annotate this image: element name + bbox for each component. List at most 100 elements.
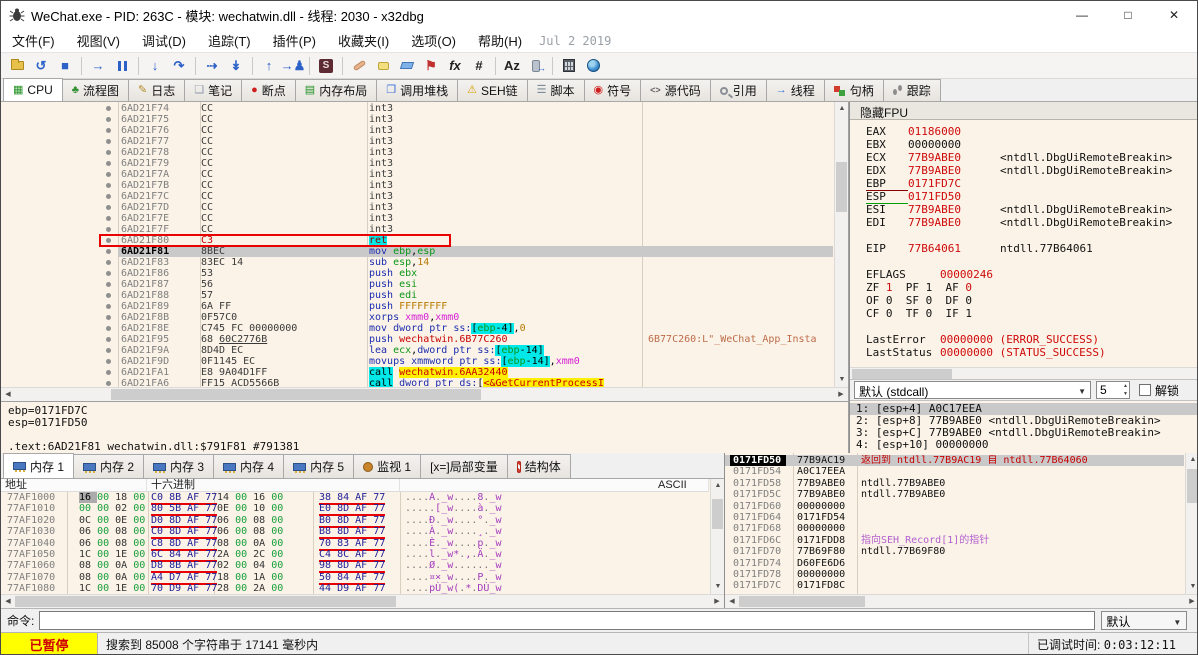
strings-icon[interactable]: Az <box>501 56 523 76</box>
register-row[interactable]: LastError00000000 (ERROR_SUCCESS) <box>866 333 1198 346</box>
disasm-row[interactable]: 6AD21F78CCint3 <box>1 147 833 158</box>
labels-icon[interactable] <box>396 56 418 76</box>
breakpoint-dot-icon[interactable] <box>106 304 111 309</box>
breakpoint-dot-icon[interactable] <box>106 359 111 364</box>
unlock-checkbox[interactable] <box>1139 384 1151 396</box>
register-row[interactable]: ESI77B9ABE0<ntdll.DbgUiRemoteBreakin> <box>866 203 1198 216</box>
register-row[interactable]: EIP77B64061ntdll.77B64061 <box>866 242 1198 255</box>
menu-item-debug[interactable]: 调试(D) <box>131 31 197 50</box>
step-over-icon[interactable]: ↷ <box>168 56 190 76</box>
stack-row[interactable]: 0171FD54A0C17EEA <box>725 466 1184 477</box>
disasm-horizontal-scrollbar[interactable]: ◀ ▶ <box>1 387 848 401</box>
modules-icon[interactable] <box>525 56 547 76</box>
register-row[interactable]: EBP0171FD7C <box>866 177 1198 190</box>
breakpoint-dot-icon[interactable] <box>106 106 111 111</box>
call-arguments-list[interactable]: 1: [esp+4] A0C17EEA2: [esp+8] 77B9ABE0 <… <box>850 402 1198 453</box>
stack-row[interactable]: 0171FD7077B69F80ntdll.77B69F80 <box>725 546 1184 557</box>
register-list[interactable]: EAX01186000EBX00000000ECX77B9ABE0<ntdll.… <box>850 120 1198 367</box>
breakpoint-dot-icon[interactable] <box>106 216 111 221</box>
breakpoint-dot-icon[interactable] <box>106 227 111 232</box>
stack-horizontal-scrollbar[interactable]: ◀ ▶ <box>725 594 1198 608</box>
minimize-button[interactable]: — <box>1059 1 1105 29</box>
scylla-icon[interactable]: S <box>315 56 337 76</box>
disasm-row[interactable]: 6AD21F818BECmov ebp,esp <box>1 246 833 257</box>
register-row[interactable] <box>866 320 1198 333</box>
disasm-row[interactable]: 6AD21F7ACCint3 <box>1 169 833 180</box>
memory-vertical-scrollbar[interactable]: ▲ ▼ <box>710 479 724 594</box>
register-row[interactable] <box>866 255 1198 268</box>
breakpoint-dot-icon[interactable] <box>106 381 111 386</box>
stack-row[interactable]: 0171FD74D60FE6D6 <box>725 558 1184 569</box>
stop-icon[interactable]: ■ <box>54 56 76 76</box>
memory-row[interactable]: 77AF106008 00 0A 00D8 8B AF 7702 00 04 0… <box>1 560 709 571</box>
stack-vertical-scrollbar[interactable]: ▲ ▼ <box>1185 453 1198 594</box>
stack-row[interactable]: 0171FD640171FD54 <box>725 512 1184 523</box>
tab-symbols[interactable]: ◉符号 <box>584 79 642 101</box>
disasm-row[interactable]: 6AD21F8B0F57C0xorps xmm0,xmm0 <box>1 312 833 323</box>
register-row[interactable]: EFLAGS00000246 <box>866 268 1198 281</box>
disassembly-pane[interactable]: 6AD21F74CCint36AD21F75CCint36AD21F76CCin… <box>1 102 849 401</box>
breakpoint-dot-icon[interactable] <box>106 282 111 287</box>
memory-row[interactable]: 77AF107008 00 0A 00A4 D7 AF 7718 00 1A 0… <box>1 572 709 583</box>
menu-item-favourites[interactable]: 收藏夹(I) <box>327 31 400 50</box>
breakpoint-dot-icon[interactable] <box>106 128 111 133</box>
memory-row[interactable]: 77AF10200C 00 0E 00D0 8D AF 7706 00 08 0… <box>1 515 709 526</box>
tab-memory-5[interactable]: 内存 5 <box>283 454 354 478</box>
tab-locals[interactable]: [x=]局部变量 <box>420 454 508 478</box>
breakpoint-dot-icon[interactable] <box>106 183 111 188</box>
breakpoint-dot-icon[interactable] <box>106 260 111 265</box>
memory-column-header[interactable]: ASCII <box>400 479 709 491</box>
disasm-row[interactable]: 6AD21F8383EC 14sub esp,14 <box>1 257 833 268</box>
register-row[interactable]: ZF 1 PF 1 AF 0 <box>866 281 1198 294</box>
step-into-icon[interactable]: ↓ <box>144 56 166 76</box>
memory-row[interactable]: 77AF104006 00 08 00C8 8D AF 7708 00 0A 0… <box>1 538 709 549</box>
disasm-row[interactable]: 6AD21F7ECCint3 <box>1 213 833 224</box>
breakpoint-dot-icon[interactable] <box>106 161 111 166</box>
register-row[interactable]: EDX77B9ABE0<ntdll.DbgUiRemoteBreakin> <box>866 164 1198 177</box>
tab-seh[interactable]: ⚠SEH链 <box>457 79 528 101</box>
command-profile-select[interactable]: 默认 ▼ <box>1101 611 1187 630</box>
memory-row[interactable]: 77AF10801C 00 1E 0070 D9 AF 7728 00 2A 0… <box>1 583 709 594</box>
disasm-row[interactable]: 6AD21F77CCint3 <box>1 136 833 147</box>
register-row[interactable]: LastStatus00000000 (STATUS_SUCCESS) <box>866 346 1198 359</box>
breakpoint-dot-icon[interactable] <box>106 337 111 342</box>
menu-item-help[interactable]: 帮助(H) <box>467 31 533 50</box>
memory-row[interactable]: 77AF101000 00 02 0080 5B AF 770E 00 10 0… <box>1 503 709 514</box>
tab-cpu[interactable]: ▦CPU <box>3 78 63 101</box>
step-out-icon[interactable]: ↡ <box>225 56 247 76</box>
close-button[interactable]: ✕ <box>1151 1 1197 29</box>
breakpoint-dot-icon[interactable] <box>106 370 111 375</box>
tab-watch-1[interactable]: 监视 1 <box>353 454 421 478</box>
disasm-row[interactable]: 6AD21F7DCCint3 <box>1 202 833 213</box>
tab-breakpoints[interactable]: ●断点 <box>241 79 296 101</box>
stack-row[interactable]: 0171FD6000000000 <box>725 501 1184 512</box>
disasm-row[interactable]: 6AD21F8653push ebx <box>1 268 833 279</box>
hide-fpu-button[interactable]: 隐藏FPU <box>850 102 1198 120</box>
memory-dump-rows[interactable]: 77AF100016 00 18 00C0 8B AF 7714 00 16 0… <box>1 492 709 594</box>
register-row[interactable]: EBX00000000 <box>866 138 1198 151</box>
breakpoint-dot-icon[interactable] <box>106 249 111 254</box>
stack-row[interactable]: 0171FD6C0171FDD8指向SEH_Record[1]的指针 <box>725 535 1184 546</box>
open-file-icon[interactable] <box>6 56 28 76</box>
breakpoint-dot-icon[interactable] <box>106 271 111 276</box>
register-row[interactable]: CF 0 TF 0 IF 1 <box>866 307 1198 320</box>
disasm-row[interactable]: 6AD21F9568 60C2776Bpush wechatwin.6B77C2… <box>1 334 833 345</box>
tab-notes[interactable]: ❏笔记 <box>184 79 242 101</box>
stack-row[interactable]: 0171FD7800000000 <box>725 569 1184 580</box>
tab-memory-1[interactable]: 内存 1 <box>3 453 74 478</box>
stack-row[interactable]: 0171FD5077B9AC19返回到 ntdll.77B9AC19 自 ntd… <box>725 455 1184 466</box>
disasm-row[interactable]: 6AD21F9D0F1145 ECmovups xmmword ptr ss:[… <box>1 356 833 367</box>
disasm-row[interactable]: 6AD21FA1E8 9A04D1FFcall wechatwin.6AA324… <box>1 367 833 378</box>
disasm-row[interactable]: 6AD21F74CCint3 <box>1 103 833 114</box>
memory-horizontal-scrollbar[interactable]: ◀ ▶ <box>1 594 724 608</box>
disasm-row[interactable]: 6AD21F7BCCint3 <box>1 180 833 191</box>
hash-icon[interactable]: # <box>468 56 490 76</box>
maximize-button[interactable]: □ <box>1105 1 1151 29</box>
breakpoint-dot-icon[interactable] <box>106 139 111 144</box>
disasm-row[interactable]: 6AD21F896A FFpush FFFFFFFF <box>1 301 833 312</box>
disasm-row[interactable]: 6AD21F7CCCint3 <box>1 191 833 202</box>
bookmarks-icon[interactable]: ⚑ <box>420 56 442 76</box>
register-row[interactable]: EAX01186000 <box>866 125 1198 138</box>
trace-into-icon[interactable]: ⇢ <box>201 56 223 76</box>
stack-rows[interactable]: 0171FD5077B9AC19返回到 ntdll.77B9AC19 自 ntd… <box>725 455 1184 594</box>
